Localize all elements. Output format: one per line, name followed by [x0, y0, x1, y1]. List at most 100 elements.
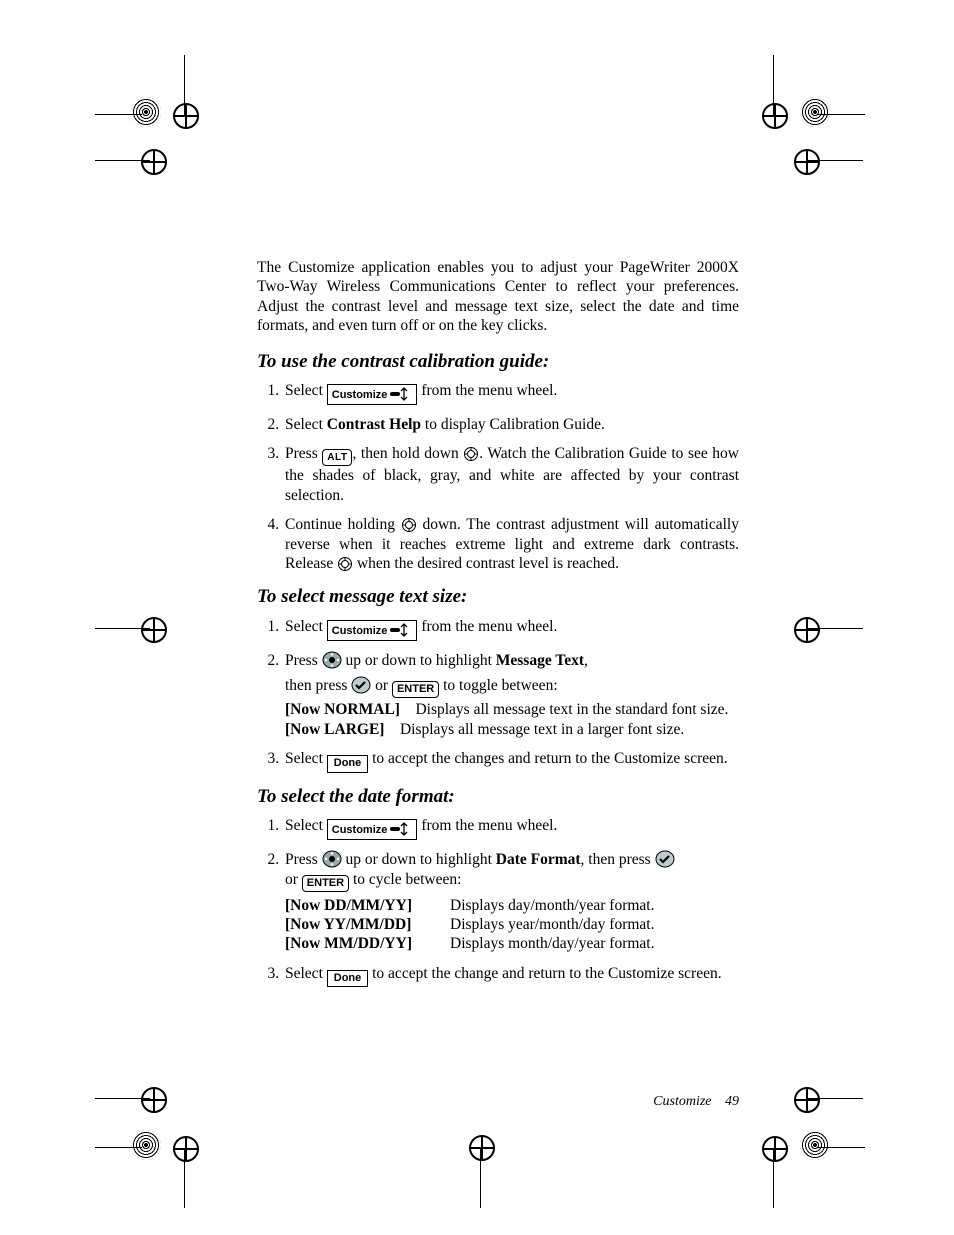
option-label: [Now YY/MM/DD] — [285, 915, 450, 934]
crosshair-icon — [794, 149, 820, 175]
option-desc: Displays day/month/year format. — [450, 896, 739, 915]
text: Select — [285, 817, 327, 834]
contrast-wheel-icon — [401, 517, 417, 533]
bold-text: Date Format — [496, 851, 581, 868]
format-option: [Now YY/MM/DD]Displays year/month/day fo… — [285, 915, 739, 934]
ok-check-icon — [351, 676, 371, 694]
print-mark-icon — [800, 97, 830, 127]
crosshair-icon — [173, 1136, 199, 1162]
option-label: [Now LARGE] — [285, 721, 384, 738]
text: Continue holding — [285, 516, 401, 533]
label: Customize — [332, 625, 388, 637]
option-desc: Displays month/day/year format. — [450, 934, 739, 953]
text: , then press — [581, 851, 655, 868]
format-option: [Now DD/MM/YY]Displays day/month/year fo… — [285, 896, 739, 915]
print-rule — [773, 1148, 774, 1208]
print-mark-icon — [131, 97, 161, 127]
text: Select — [285, 618, 327, 635]
text: when the desired contrast level is reach… — [357, 555, 619, 572]
print-rule — [480, 1148, 481, 1208]
text: Select — [285, 965, 327, 982]
print-rule — [818, 114, 865, 115]
crosshair-icon — [141, 149, 167, 175]
text: to display Calibration Guide. — [421, 416, 605, 433]
crosshair-icon — [794, 617, 820, 643]
print-rule — [95, 160, 150, 161]
contrast-wheel-icon — [337, 556, 353, 572]
text: from the menu wheel. — [421, 817, 557, 834]
slider-icon — [390, 821, 412, 837]
step: Select Contrast Help to display Calibrat… — [283, 415, 739, 434]
crosshair-icon — [762, 103, 788, 129]
print-rule — [95, 1098, 150, 1099]
heading-contrast: To use the contrast calibration guide: — [257, 350, 739, 374]
step: Select Done to accept the change and ret… — [283, 964, 739, 988]
page: The Customize application enables you to… — [0, 0, 954, 1235]
print-mark-icon — [800, 1130, 830, 1160]
step: Press up or down to highlight Message Te… — [283, 651, 739, 739]
text: , then hold down — [352, 445, 463, 462]
page-number: 49 — [725, 1094, 739, 1109]
done-button-icon: Done — [327, 970, 369, 988]
step: Select Customize from the menu wheel. — [283, 816, 739, 840]
customize-button-icon: Customize — [327, 620, 418, 641]
text: up or down to highlight — [345, 652, 495, 669]
print-rule — [808, 160, 863, 161]
step: Select Done to accept the changes and re… — [283, 749, 739, 773]
print-rule — [184, 55, 185, 115]
step: Press up or down to highlight Date Forma… — [283, 850, 739, 954]
text: to accept the change and return to the C… — [368, 965, 721, 982]
print-rule — [184, 1148, 185, 1208]
heading-dateformat: To select the date format: — [257, 785, 739, 809]
page-footer: Customize 49 — [653, 1094, 739, 1110]
step: Continue holding down. The contrast adju… — [283, 515, 739, 573]
option-label: [Now NORMAL] — [285, 701, 400, 718]
option-label: [Now MM/DD/YY] — [285, 934, 450, 953]
step: Select Customize from the menu wheel. — [283, 617, 739, 641]
print-rule — [808, 1098, 863, 1099]
text: or — [375, 677, 392, 694]
print-mark-icon — [131, 1130, 161, 1160]
print-rule — [95, 628, 150, 629]
text: Select — [285, 416, 327, 433]
text: Press — [285, 851, 322, 868]
print-rule — [808, 628, 863, 629]
option-label: [Now DD/MM/YY] — [285, 896, 450, 915]
bold-text: Contrast Help — [327, 416, 421, 433]
enter-key-icon: ENTER — [302, 875, 349, 892]
crosshair-icon — [141, 617, 167, 643]
steps-textsize: Select Customize from the menu wheel. Pr… — [257, 617, 739, 773]
slider-icon — [390, 386, 412, 402]
text: to toggle between: — [439, 677, 557, 694]
ok-check-icon — [655, 850, 675, 868]
text: Press — [285, 652, 322, 669]
option-desc: Displays all message text in a larger fo… — [400, 721, 684, 738]
text: from the menu wheel. — [421, 618, 557, 635]
label: Customize — [332, 389, 388, 401]
customize-button-icon: Customize — [327, 384, 418, 405]
crosshair-icon — [141, 1087, 167, 1113]
format-option: [Now MM/DD/YY]Displays month/day/year fo… — [285, 934, 739, 953]
nav-dpad-icon — [322, 850, 342, 868]
heading-textsize: To select message text size: — [257, 585, 739, 609]
body-text: The Customize application enables you to… — [257, 258, 739, 999]
label: Customize — [332, 824, 388, 836]
crosshair-icon — [762, 1136, 788, 1162]
footer-section: Customize — [653, 1094, 711, 1109]
text: , — [584, 652, 588, 669]
text: to cycle between: — [349, 871, 461, 888]
option-desc: Displays all message text in the standar… — [415, 701, 728, 718]
text: Select — [285, 750, 327, 767]
alt-key-icon: ALT — [322, 449, 352, 466]
steps-contrast: Select Customize from the menu wheel. Se… — [257, 381, 739, 573]
option-desc: Displays year/month/day format. — [450, 915, 739, 934]
slider-icon — [390, 622, 412, 638]
crosshair-icon — [173, 103, 199, 129]
text: then press — [285, 677, 351, 694]
print-rule — [818, 1147, 865, 1148]
crosshair-icon — [794, 1087, 820, 1113]
nav-dpad-icon — [322, 651, 342, 669]
print-rule — [95, 114, 142, 115]
bold-text: Message Text — [496, 652, 584, 669]
text: Select — [285, 382, 327, 399]
